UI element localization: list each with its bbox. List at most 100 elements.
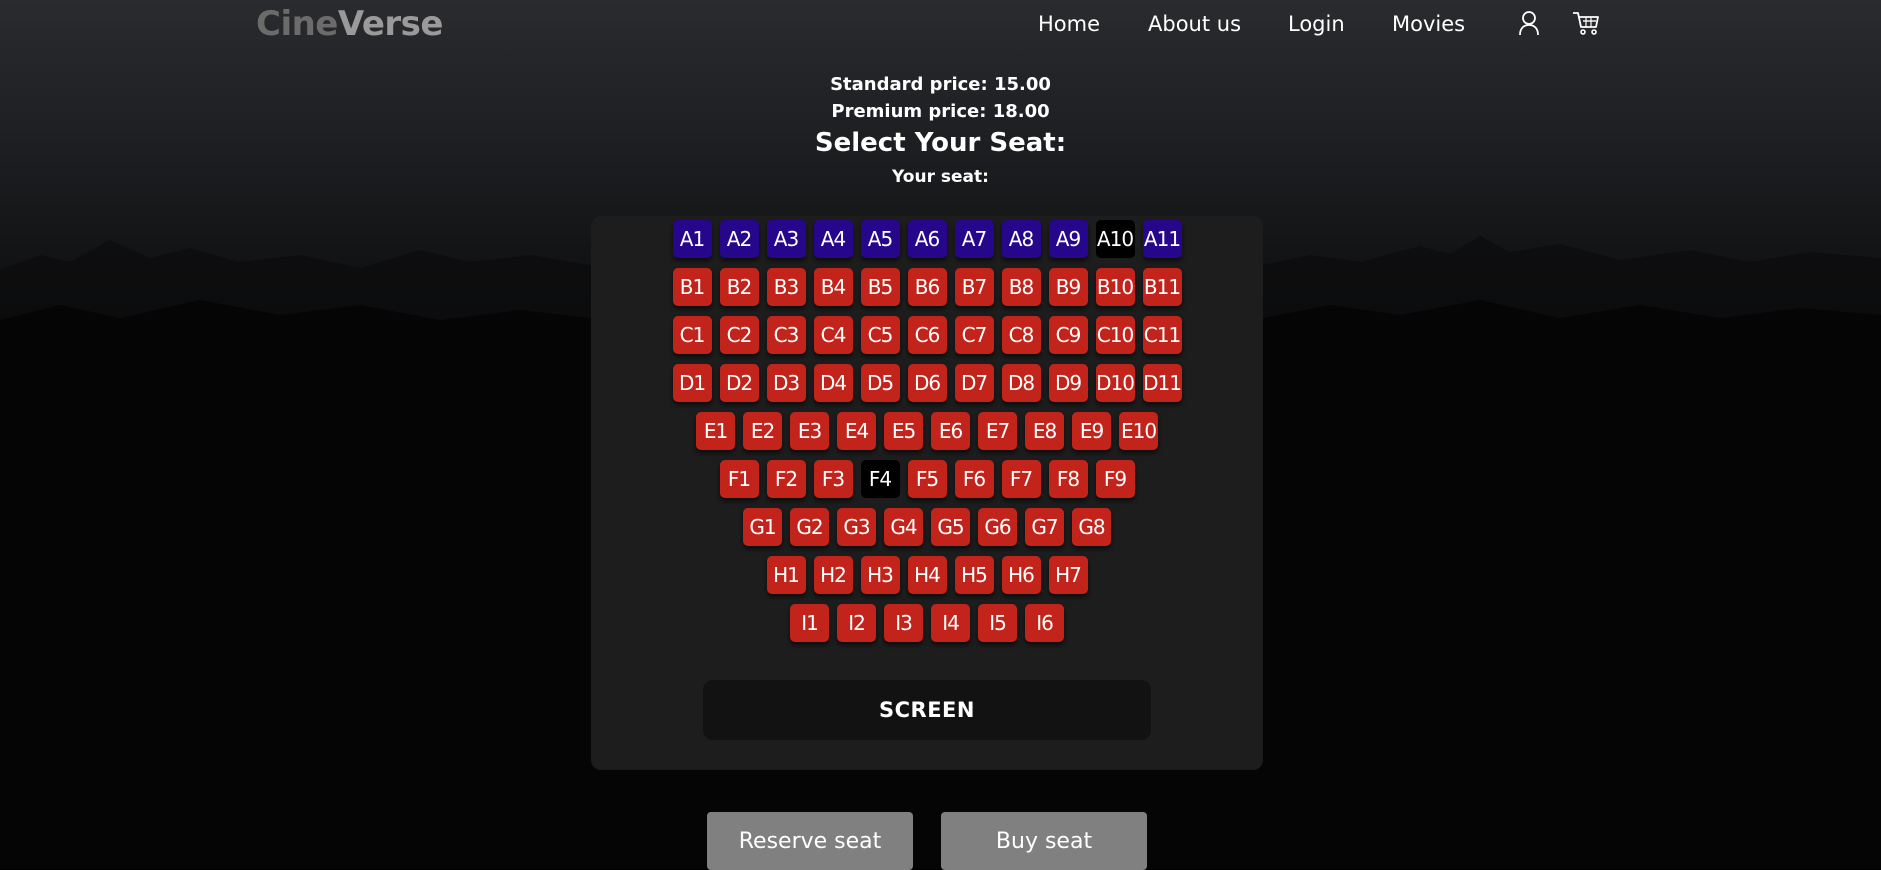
seat-button[interactable]: D10	[1095, 364, 1135, 402]
seat-button[interactable]: I4	[931, 604, 970, 642]
seat-button[interactable]: D9	[1048, 364, 1088, 402]
seat-button[interactable]: E2	[743, 412, 782, 450]
seat-button[interactable]: G6	[978, 508, 1017, 546]
seat-button[interactable]: H2	[813, 556, 853, 594]
seat-button[interactable]: A6	[907, 220, 947, 258]
seat-button[interactable]: C4	[813, 316, 853, 354]
seat-button[interactable]: E4	[837, 412, 876, 450]
seat-button[interactable]: H1	[766, 556, 806, 594]
brand-logo[interactable]: CineVerse	[256, 4, 443, 44]
nav-about-link[interactable]: About us	[1148, 12, 1241, 36]
seat-button[interactable]: F1	[719, 460, 759, 498]
seat-button[interactable]: A9	[1048, 220, 1088, 258]
seat-row: A1 A2 A3 A4 A5 A6 A7 A8 A9 A10 A11	[591, 220, 1263, 258]
seat-button[interactable]: B3	[766, 268, 806, 306]
seat-button[interactable]: H7	[1048, 556, 1088, 594]
seat-button[interactable]: E1	[696, 412, 735, 450]
seat-button[interactable]: E3	[790, 412, 829, 450]
seat-button[interactable]: F7	[1001, 460, 1041, 498]
seat-button[interactable]: G4	[884, 508, 923, 546]
seat-button[interactable]: I3	[884, 604, 923, 642]
seat-button[interactable]: C2	[719, 316, 759, 354]
seat-button[interactable]: E5	[884, 412, 923, 450]
nav-login-link[interactable]: Login	[1288, 12, 1345, 36]
seat-row: C1 C2 C3 C4 C5 C6 C7 C8 C9 C10 C11	[591, 316, 1263, 354]
reserve-seat-button[interactable]: Reserve seat	[707, 812, 913, 870]
seat-button[interactable]: E9	[1072, 412, 1111, 450]
seat-button[interactable]: D11	[1142, 364, 1182, 402]
seat-button[interactable]: C8	[1001, 316, 1041, 354]
seat-button[interactable]: A2	[719, 220, 759, 258]
brand-part-2: Verse	[337, 4, 444, 44]
seat-button[interactable]: B9	[1048, 268, 1088, 306]
seat-button[interactable]: I5	[978, 604, 1017, 642]
seat-button[interactable]: B5	[860, 268, 900, 306]
seat-button[interactable]: B8	[1001, 268, 1041, 306]
seat-button[interactable]: E8	[1025, 412, 1064, 450]
user-icon[interactable]	[1518, 10, 1540, 36]
seat-button[interactable]: B11	[1142, 268, 1182, 306]
nav-home-link[interactable]: Home	[1038, 12, 1100, 36]
seat-button[interactable]: D2	[719, 364, 759, 402]
seat-button[interactable]: B2	[719, 268, 759, 306]
seat-row: B1 B2 B3 B4 B5 B6 B7 B8 B9 B10 B11	[591, 268, 1263, 306]
seat-button[interactable]: C10	[1095, 316, 1135, 354]
nav-movies-link[interactable]: Movies	[1392, 12, 1465, 36]
seat-button[interactable]: E7	[978, 412, 1017, 450]
seat-button[interactable]: E10	[1119, 412, 1158, 450]
seat-button[interactable]: F4	[860, 460, 900, 498]
seat-button[interactable]: A4	[813, 220, 853, 258]
seat-button[interactable]: C5	[860, 316, 900, 354]
seat-button[interactable]: G3	[837, 508, 876, 546]
select-seat-heading: Select Your Seat:	[814, 128, 1067, 158]
seat-button[interactable]: B4	[813, 268, 853, 306]
cart-icon[interactable]	[1572, 10, 1600, 36]
seat-button[interactable]: C1	[672, 316, 712, 354]
seat-button[interactable]: B6	[907, 268, 947, 306]
seat-button[interactable]: G7	[1025, 508, 1064, 546]
seat-button[interactable]: A8	[1001, 220, 1041, 258]
seat-button[interactable]: D4	[813, 364, 853, 402]
buy-seat-button[interactable]: Buy seat	[941, 812, 1147, 870]
seat-button[interactable]: D6	[907, 364, 947, 402]
seat-map-panel: A1 A2 A3 A4 A5 A6 A7 A8 A9 A10 A11 B1 B2 B3 B4 B5 B6 B7 B8…	[591, 216, 1263, 770]
seat-button[interactable]: B1	[672, 268, 712, 306]
seat-button[interactable]: H4	[907, 556, 947, 594]
seat-row: G1 G2 G3 G4 G5 G6 G7 G8	[591, 508, 1263, 546]
seat-button[interactable]: I2	[837, 604, 876, 642]
seat-button[interactable]: F3	[813, 460, 853, 498]
seat-button[interactable]: A5	[860, 220, 900, 258]
seat-button[interactable]: A3	[766, 220, 806, 258]
seat-button[interactable]: D1	[672, 364, 712, 402]
seat-button[interactable]: G1	[743, 508, 782, 546]
seat-button[interactable]: C9	[1048, 316, 1088, 354]
seat-button[interactable]: I1	[790, 604, 829, 642]
seat-button[interactable]: A11	[1142, 220, 1182, 258]
seat-button[interactable]: F2	[766, 460, 806, 498]
seat-button[interactable]: D5	[860, 364, 900, 402]
seat-button[interactable]: D3	[766, 364, 806, 402]
seat-button[interactable]: F6	[954, 460, 994, 498]
seat-button[interactable]: A1	[672, 220, 712, 258]
seat-button[interactable]: G5	[931, 508, 970, 546]
seat-button[interactable]: H5	[954, 556, 994, 594]
seat-button[interactable]: B10	[1095, 268, 1135, 306]
seat-button[interactable]: H3	[860, 556, 900, 594]
seat-button[interactable]: B7	[954, 268, 994, 306]
seat-button[interactable]: H6	[1001, 556, 1041, 594]
seat-button[interactable]: C7	[954, 316, 994, 354]
seat-button[interactable]: F8	[1048, 460, 1088, 498]
seat-button[interactable]: C6	[907, 316, 947, 354]
seat-button[interactable]: D7	[954, 364, 994, 402]
seat-button[interactable]: C11	[1142, 316, 1182, 354]
seat-button[interactable]: I6	[1025, 604, 1064, 642]
seat-button[interactable]: F9	[1095, 460, 1135, 498]
seat-button[interactable]: G8	[1072, 508, 1111, 546]
seat-button[interactable]: G2	[790, 508, 829, 546]
seat-button[interactable]: E6	[931, 412, 970, 450]
seat-button[interactable]: A7	[954, 220, 994, 258]
seat-button[interactable]: A10	[1095, 220, 1135, 258]
seat-button[interactable]: C3	[766, 316, 806, 354]
seat-button[interactable]: F5	[907, 460, 947, 498]
seat-button[interactable]: D8	[1001, 364, 1041, 402]
